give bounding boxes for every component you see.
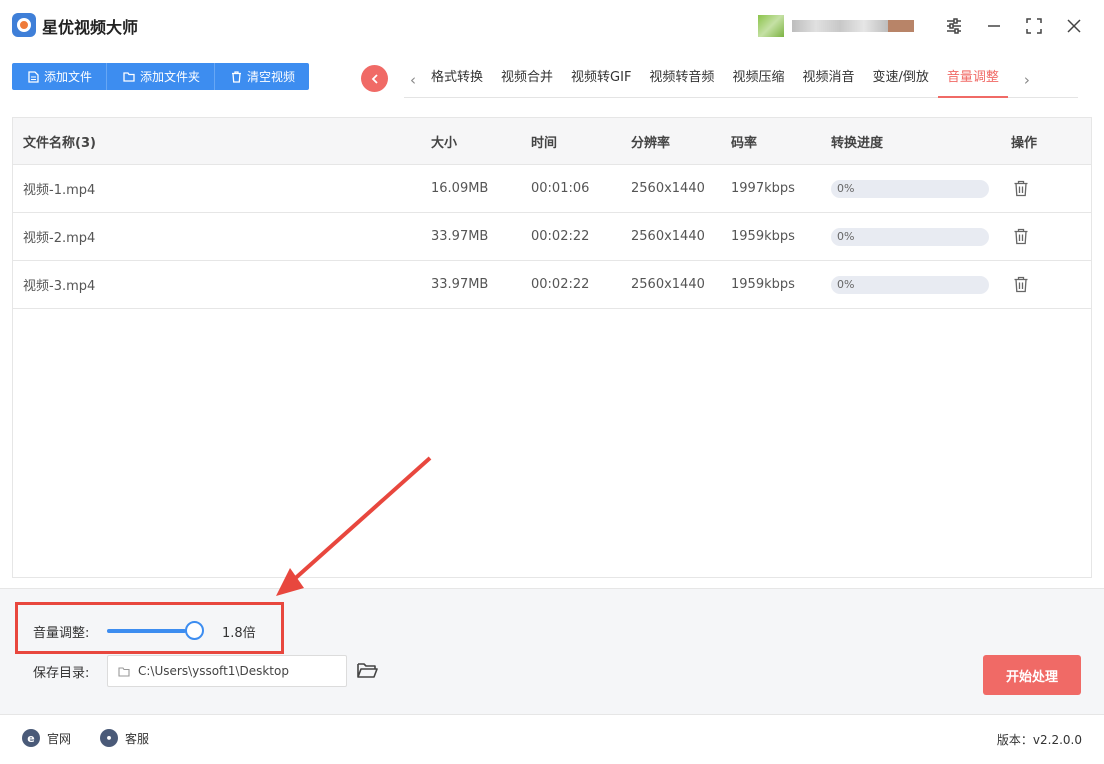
file-resolution: 2560x1440 xyxy=(631,181,705,196)
table-header: 文件名称(3) 大小 时间 分辨率 码率 转换进度 操作 xyxy=(13,118,1091,165)
file-size: 16.09MB xyxy=(431,181,489,196)
progress-bar: 0% xyxy=(831,179,989,198)
folder-outline-icon xyxy=(118,666,130,677)
trash-icon xyxy=(232,70,242,83)
file-name: 视频-1.mp4 xyxy=(23,183,96,198)
tab-video-merge[interactable]: 视频合并 xyxy=(492,62,562,98)
version-text: 版本：v2.2.0.0 xyxy=(996,733,1082,747)
save-directory-label: 保存目录: xyxy=(33,666,90,681)
tab-video-to-audio[interactable]: 视频转音频 xyxy=(640,62,723,98)
file-name: 视频-2.mp4 xyxy=(23,231,96,246)
user-name-blurred xyxy=(792,20,888,32)
delete-trash-icon[interactable] xyxy=(1013,165,1029,212)
file-size: 33.97MB xyxy=(431,277,489,292)
close-icon[interactable] xyxy=(1062,14,1086,38)
add-file-button[interactable]: 添加文件 xyxy=(12,63,108,90)
support-label: 客服 xyxy=(125,731,150,746)
file-bitrate: 1959kbps xyxy=(731,229,795,244)
delete-trash-icon[interactable] xyxy=(1013,261,1029,308)
file-duration: 00:02:22 xyxy=(531,229,590,244)
toolbar-button-group: 添加文件 添加文件夹 清空视频 xyxy=(12,63,310,90)
file-duration: 00:01:06 xyxy=(531,181,590,196)
avatar xyxy=(758,15,784,37)
tab-speed-reverse[interactable]: 变速/倒放 xyxy=(863,62,937,98)
user-account[interactable] xyxy=(758,15,920,37)
table-row[interactable]: 视频-3.mp4 33.97MB 00:02:22 2560x1440 1959… xyxy=(13,261,1091,309)
file-name: 视频-3.mp4 xyxy=(23,279,96,294)
file-resolution: 2560x1440 xyxy=(631,229,705,244)
tab-volume-adjust[interactable]: 音量调整 xyxy=(937,62,1008,98)
add-file-label: 添加文件 xyxy=(44,70,93,84)
tab-video-compress[interactable]: 视频压缩 xyxy=(723,62,793,98)
volume-value: 1.8倍 xyxy=(222,626,256,641)
ie-browser-icon: e xyxy=(22,729,40,747)
add-folder-label: 添加文件夹 xyxy=(140,70,201,84)
support-link[interactable]: • 客服 xyxy=(100,729,149,747)
volume-slider-track[interactable] xyxy=(107,629,195,633)
user-badge-blurred xyxy=(888,20,914,32)
progress-bar: 0% xyxy=(831,227,989,246)
chat-bubble-icon: • xyxy=(100,729,118,747)
tab-format-convert[interactable]: 格式转换 xyxy=(422,62,492,98)
website-label: 官网 xyxy=(47,731,72,746)
volume-slider-fill xyxy=(107,629,187,633)
app-logo-icon xyxy=(12,13,36,37)
tab-video-mute[interactable]: 视频消音 xyxy=(793,62,863,98)
website-link[interactable]: e 官网 xyxy=(22,729,71,747)
save-directory-input[interactable]: C:\Users\yssoft1\Desktop xyxy=(107,655,347,687)
file-resolution: 2560x1440 xyxy=(631,277,705,292)
tab-video-to-gif[interactable]: 视频转GIF xyxy=(562,62,640,98)
maximize-icon[interactable] xyxy=(1022,14,1046,38)
header-size: 大小 xyxy=(431,135,458,151)
save-directory-path: C:\Users\yssoft1\Desktop xyxy=(138,664,289,678)
back-button[interactable] xyxy=(361,65,388,92)
tab-scroll-right-icon[interactable]: › xyxy=(1018,71,1036,89)
clear-videos-label: 清空视频 xyxy=(247,70,296,84)
header-progress: 转换进度 xyxy=(831,135,884,151)
progress-bar: 0% xyxy=(831,275,989,294)
browse-folder-icon[interactable] xyxy=(356,660,378,684)
file-bitrate: 1959kbps xyxy=(731,277,795,292)
header-bitrate: 码率 xyxy=(731,135,758,151)
header-resolution: 分辨率 xyxy=(631,135,671,151)
volume-slider-handle[interactable] xyxy=(185,621,204,640)
volume-label: 音量调整: xyxy=(33,626,90,641)
add-folder-button[interactable]: 添加文件夹 xyxy=(107,63,216,90)
start-processing-button[interactable]: 开始处理 xyxy=(983,655,1081,695)
file-duration: 00:02:22 xyxy=(531,277,590,292)
title-bar: 星优视频大师 xyxy=(0,0,1104,52)
feature-tabs: ‹ 格式转换 视频合并 视频转GIF 视频转音频 视频压缩 视频消音 变速/倒放… xyxy=(404,62,1078,98)
file-size: 33.97MB xyxy=(431,229,489,244)
minimize-icon[interactable] xyxy=(982,14,1006,38)
file-icon xyxy=(28,70,39,83)
footer: e 官网 • 客服 版本：v2.2.0.0 xyxy=(0,714,1104,764)
app-title: 星优视频大师 xyxy=(42,18,139,37)
delete-trash-icon[interactable] xyxy=(1013,213,1029,260)
file-table: 文件名称(3) 大小 时间 分辨率 码率 转换进度 操作 视频-1.mp4 16… xyxy=(12,117,1092,578)
header-file-name: 文件名称(3) xyxy=(23,135,96,151)
folder-icon xyxy=(123,72,135,82)
clear-videos-button[interactable]: 清空视频 xyxy=(215,63,309,90)
file-bitrate: 1997kbps xyxy=(731,181,795,196)
settings-sliders-icon[interactable] xyxy=(942,14,966,38)
header-action: 操作 xyxy=(1011,135,1038,151)
tab-scroll-left-icon[interactable]: ‹ xyxy=(404,71,422,89)
chevron-left-icon xyxy=(371,73,378,84)
table-row[interactable]: 视频-2.mp4 33.97MB 00:02:22 2560x1440 1959… xyxy=(13,213,1091,261)
header-time: 时间 xyxy=(531,135,558,151)
table-row[interactable]: 视频-1.mp4 16.09MB 00:01:06 2560x1440 1997… xyxy=(13,165,1091,213)
